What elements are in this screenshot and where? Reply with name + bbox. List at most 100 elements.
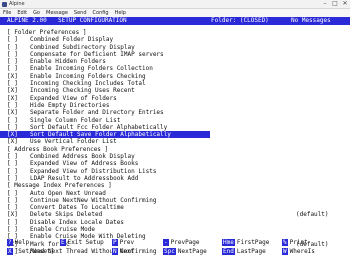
option-label: Enable Hidden Folders [30,58,106,66]
app-version: ALPINE 2.00 [7,17,47,24]
command-print[interactable]: % Print [282,239,308,246]
option-row[interactable]: [ ] Convert Dates To Localtime [0,204,350,211]
option-row[interactable]: [X] Incoming Checking Uses Recent [0,87,350,94]
option-row[interactable]: [ ] Compensate for Deficient IMAP servers [0,51,350,58]
command-key[interactable]: End [222,248,235,255]
option-checkbox[interactable]: [X] [7,95,18,102]
command-next[interactable]: N Next [112,248,134,255]
command-help[interactable]: ? Help [7,239,29,246]
option-checkbox[interactable]: [X] [7,131,18,138]
option-row[interactable]: [X] Use Vertical Folder List [0,138,350,145]
menu-file[interactable]: File [3,9,11,17]
command-label: LastPage [236,248,266,255]
menu-edit[interactable]: Edit [17,9,27,17]
option-row[interactable]: [ ] Incoming Checking Includes Total [0,80,350,87]
option-checkbox[interactable]: [X] [7,87,18,94]
option-checkbox[interactable]: [ ] [7,44,18,51]
option-label: Disable Index Locale Dates [30,218,124,226]
option-label: Combined Subdirectory Display [30,43,135,51]
option-checkbox[interactable]: [ ] [7,190,18,197]
option-checkbox[interactable]: [ ] [7,51,18,58]
option-row[interactable]: [ ] Enable Cruise Mode [0,226,350,233]
option-checkbox[interactable]: [X] [7,109,18,116]
option-label: Combined Folder Display [30,36,114,44]
option-row[interactable]: [ ] LDAP Result to Addressbook Add [0,175,350,182]
command-key[interactable]: Hme [222,239,235,246]
option-checkbox[interactable]: [X] [7,211,18,218]
command-key[interactable]: ? [7,239,13,246]
option-row[interactable]: [ ] Hide Empty Directories [0,102,350,109]
command-whereis[interactable]: W WhereIs [282,248,315,255]
option-row[interactable]: [ ] Single Column Folder List [0,117,350,124]
command-label: PrevPage [170,239,200,246]
menu-help[interactable]: Help [115,9,126,17]
option-checkbox[interactable]: [ ] [7,168,18,175]
command-key[interactable]: E [60,239,66,246]
option-checkbox[interactable]: [ ] [7,65,18,72]
command-label: [Set/Unset] [14,248,55,255]
minimize-icon[interactable]: – [322,1,328,7]
command-key[interactable]: X [7,248,13,255]
option-checkbox[interactable]: [ ] [7,219,18,226]
menu-config[interactable]: Config [93,9,109,17]
command-set-unset[interactable]: X [Set/Unset] [7,248,54,255]
close-icon[interactable]: ✕ [342,1,348,7]
option-row[interactable]: [X] Delete Skips Deleted (default) [0,211,350,218]
option-checkbox[interactable]: [ ] [7,160,18,167]
command-key[interactable]: N [112,248,118,255]
command-first-page[interactable]: Hme FirstPage [222,239,269,246]
option-checkbox[interactable]: [ ] [7,36,18,43]
option-row[interactable]: [ ] Disable Index Locale Dates [0,219,350,226]
command-key[interactable]: Spc [163,248,176,255]
option-label: Combined Address Book Display [30,153,135,161]
option-row[interactable]: [ ] Sort Default Fcc Folder Alphabeticall… [0,124,350,131]
command-last-page[interactable]: End LastPage [222,248,266,255]
command-prev-page[interactable]: - PrevPage [163,239,200,246]
option-checkbox[interactable]: [ ] [7,124,18,131]
option-label: Auto Open Next Unread [30,189,106,197]
command-key[interactable]: P [112,239,118,246]
option-row[interactable]: [ ] Auto Open Next Unread [0,190,350,197]
section-header: [ Folder Preferences ] [0,29,350,36]
option-row[interactable]: [ ] Combined Address Book Display [0,153,350,160]
menu-message[interactable]: Message [46,9,68,17]
option-row[interactable]: [ ] Enable Incoming Folders Collection [0,65,350,72]
maximize-icon[interactable]: □ [332,1,338,7]
command-key[interactable]: W [282,248,288,255]
option-checkbox[interactable]: [X] [7,138,18,145]
option-checkbox[interactable]: [ ] [7,102,18,109]
option-checkbox[interactable]: [ ] [7,117,18,124]
option-row[interactable]: [ ] Expanded View of Distribution Lists [0,168,350,175]
command-exit-setup[interactable]: E Exit Setup [60,239,104,246]
option-checkbox[interactable]: [ ] [7,58,18,65]
option-row[interactable]: [X] Sort Default Save Folder Alphabetical… [0,131,350,139]
option-row[interactable]: [ ] Combined Folder Display [0,36,350,43]
option-row[interactable]: [X] Separate Folder and Directory Entries [0,109,350,116]
menu-send[interactable]: Send [74,9,87,17]
command-key[interactable]: - [163,239,169,246]
option-row[interactable]: [ ] Combined Subdirectory Display [0,44,350,51]
option-checkbox[interactable]: [ ] [7,153,18,160]
window-titlebar: Alpine – □ ✕ [0,0,350,9]
command-prev[interactable]: P Prev [112,239,134,246]
option-row[interactable]: [ ] Expanded View of Address Books [0,160,350,167]
option-checkbox[interactable]: [ ] [7,197,18,204]
option-checkbox[interactable]: [ ] [7,204,18,211]
option-default-marker: (default) [296,211,329,219]
section-title: [ Address Book Preferences ] [7,145,109,153]
option-label: Sort Default Fcc Folder Alphabetically [30,123,168,131]
option-row[interactable]: [X] Expanded View of Folders [0,95,350,102]
option-row[interactable]: [ ] Continue NextNew Without Confirming [0,197,350,204]
option-checkbox[interactable]: [ ] [7,226,18,233]
command-next-page[interactable]: Spc NextPage [163,248,207,255]
option-checkbox[interactable]: [X] [7,73,18,80]
option-checkbox[interactable]: [ ] [7,80,18,87]
command-label: Help [14,239,30,246]
menu-go[interactable]: Go [33,9,40,17]
window-title: Alpine [9,1,25,7]
command-key[interactable]: % [282,239,288,246]
command-label: NextPage [177,248,207,255]
option-row[interactable]: [ ] Enable Hidden Folders [0,58,350,65]
option-row[interactable]: [X] Enable Incoming Folders Checking [0,73,350,80]
option-checkbox[interactable]: [ ] [7,175,18,182]
